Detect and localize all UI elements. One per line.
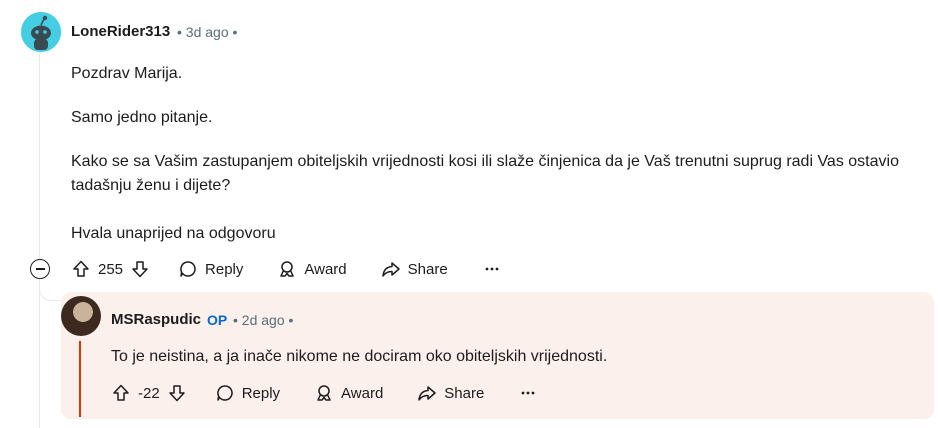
vote-score: -22 (138, 384, 160, 402)
comment-paragraph: Pozdrav Marija. (71, 65, 183, 82)
upvote-icon[interactable] (111, 383, 131, 403)
award-label: Award (341, 384, 384, 402)
reply-button[interactable]: Reply (178, 259, 243, 279)
reply-meta: • 2d ago • (233, 312, 293, 328)
comment-paragraph: Samo jedno pitanje. (71, 109, 213, 126)
comment-paragraph: Kako se sa Vašim zastupanjem obiteljskih… (71, 153, 899, 194)
avatar[interactable] (61, 296, 101, 336)
share-label: Share (444, 384, 485, 402)
reply-text: To je neistina, a ja inače nikome ne doc… (111, 348, 608, 365)
more-dots-icon (521, 391, 535, 395)
more-options-button[interactable] (484, 261, 500, 277)
vote-group: -22 (111, 383, 187, 403)
thread-connector (39, 282, 62, 301)
upvote-icon[interactable] (71, 259, 91, 279)
reply-author[interactable]: MSRaspudic (111, 311, 201, 328)
avatar[interactable] (21, 12, 61, 52)
thread-line (39, 52, 40, 428)
comment-paragraph: Hvala unaprijed na odgovoru (71, 225, 276, 242)
award-label: Award (304, 260, 347, 278)
reply-label: Reply (241, 384, 281, 402)
award-button[interactable]: Award (314, 383, 383, 403)
share-label: Share (407, 260, 448, 278)
reply-label: Reply (205, 260, 244, 278)
comment-bubble-icon (180, 261, 196, 277)
separator-dot: • (233, 312, 238, 328)
comment-timestamp[interactable]: 3d ago (186, 24, 229, 40)
separator-dot: • (232, 24, 238, 40)
vote-score: 255 (98, 260, 124, 278)
reply-actions: -22 Reply Award Share (111, 375, 536, 411)
vote-group: 255 (71, 259, 150, 279)
share-button[interactable]: Share (381, 259, 448, 279)
more-dots-icon (485, 267, 499, 271)
award-button[interactable]: Award (277, 259, 347, 279)
comment-meta: • 3d ago • (177, 24, 237, 40)
comment-author[interactable]: LoneRider313 (71, 23, 170, 40)
share-button[interactable]: Share (417, 383, 484, 403)
downvote-icon[interactable] (130, 259, 150, 279)
award-icon (317, 385, 331, 401)
snoo-avatar-icon (21, 12, 61, 52)
share-icon (381, 262, 400, 277)
comment-bubble-icon (216, 385, 233, 401)
separator-dot: • (288, 312, 294, 328)
more-options-button[interactable] (520, 385, 536, 401)
comment-actions: 255 Reply Award Share (71, 251, 500, 287)
collapse-minus-icon (35, 268, 45, 270)
award-icon (280, 261, 295, 277)
reply-button[interactable]: Reply (215, 383, 280, 403)
op-badge: OP (207, 312, 228, 328)
share-icon (418, 386, 437, 401)
separator-dot: • (177, 24, 182, 40)
op-accent-line (79, 341, 81, 417)
downvote-icon[interactable] (167, 383, 187, 403)
collapse-thread-button[interactable] (30, 259, 50, 279)
reply-timestamp[interactable]: 2d ago (242, 312, 285, 328)
